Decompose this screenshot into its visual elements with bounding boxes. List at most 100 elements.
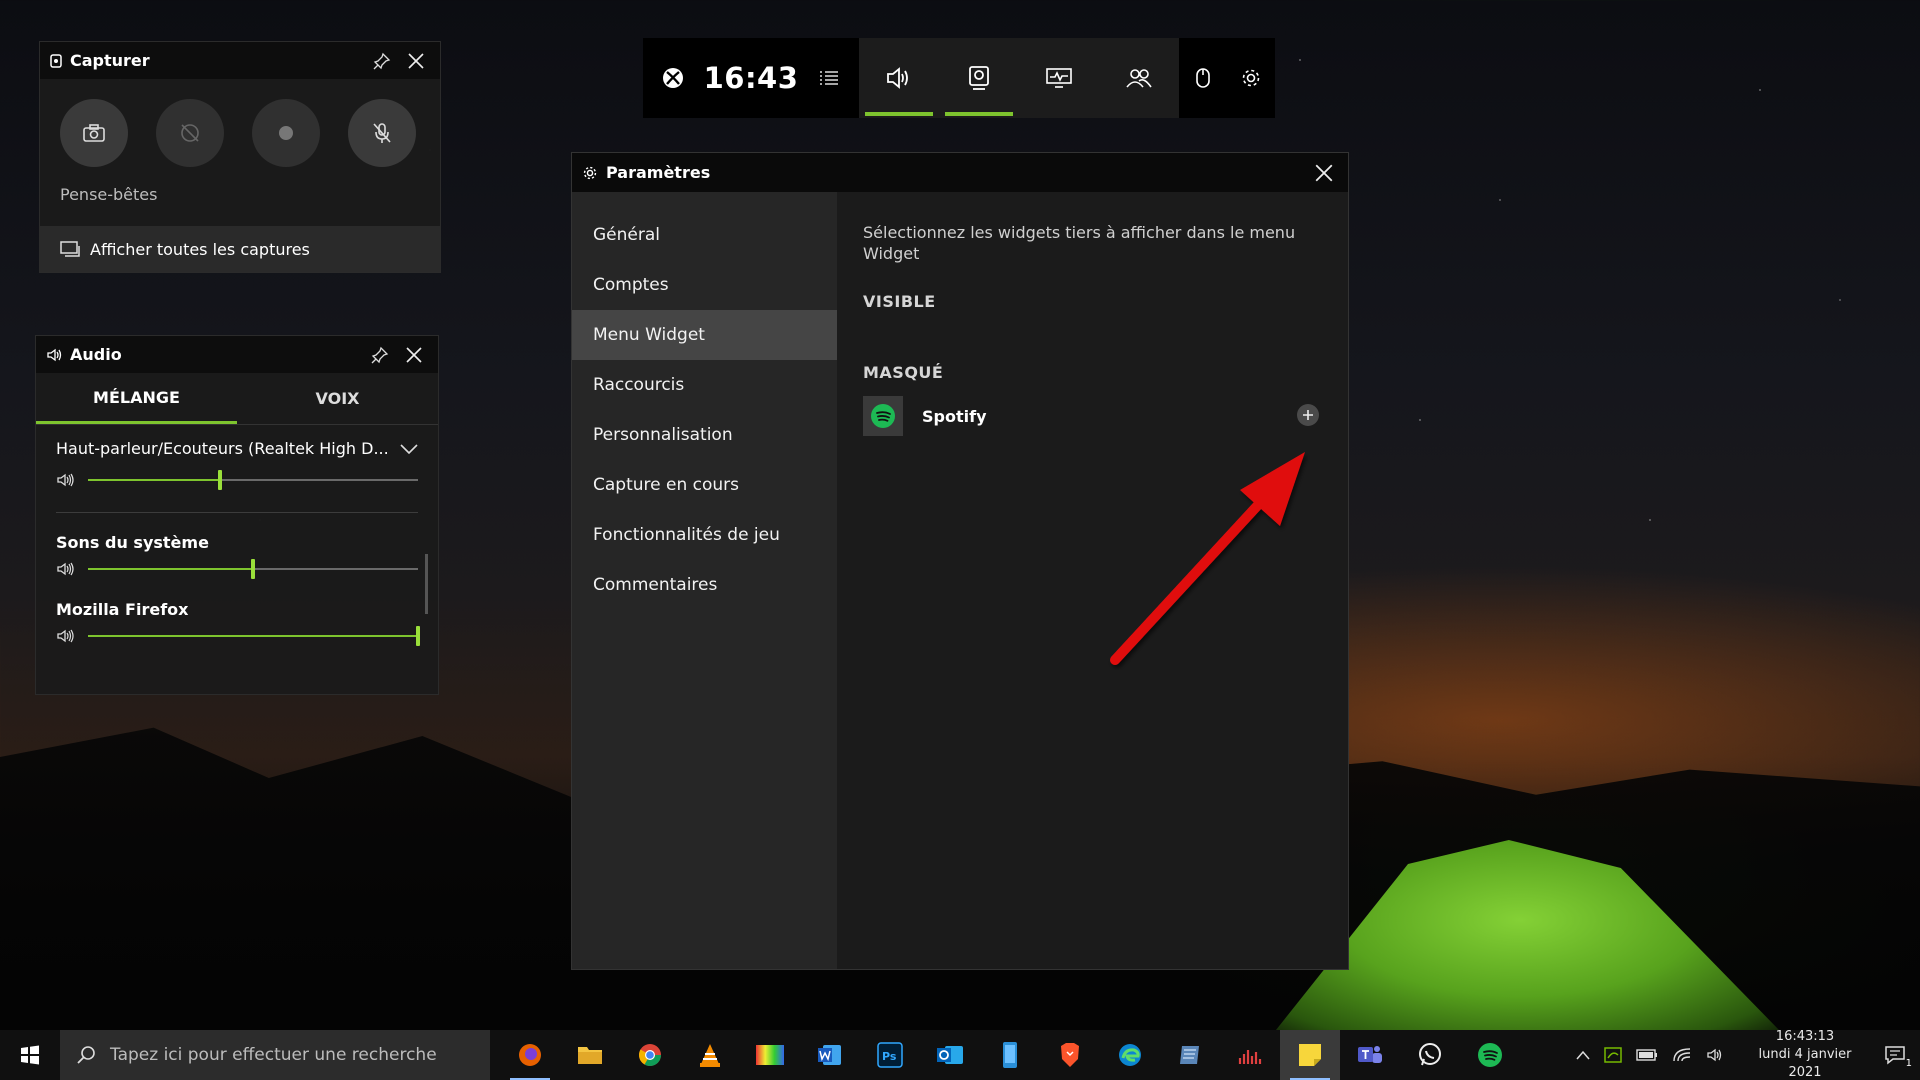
- visible-section-label: VISIBLE: [863, 292, 936, 311]
- svg-text:Ps: Ps: [882, 1050, 897, 1063]
- add-widget-button[interactable]: [1297, 404, 1319, 426]
- audio-widget: Audio MÉLANGE VOIX Haut-parleur/Ecouteur…: [36, 336, 438, 694]
- system-tray: 16:43:13 lundi 4 janvier 2021 1: [1576, 1028, 1920, 1080]
- settings-nav: Général Comptes Menu Widget Raccourcis P…: [572, 192, 837, 969]
- vlc-icon[interactable]: [680, 1030, 740, 1080]
- nav-general[interactable]: Général: [572, 210, 837, 260]
- spotify-icon: [863, 396, 903, 436]
- slider-thumb[interactable]: [416, 626, 420, 646]
- nav-widget-menu[interactable]: Menu Widget: [572, 310, 837, 360]
- nvidia-icon[interactable]: [1604, 1047, 1622, 1063]
- whatsapp-icon[interactable]: [1400, 1030, 1460, 1080]
- wifi-icon[interactable]: [1672, 1047, 1692, 1063]
- brave-icon[interactable]: [1040, 1030, 1100, 1080]
- clock-time: 16:43:13: [1775, 1029, 1835, 1044]
- speaker-icon: [46, 348, 62, 362]
- gear-icon[interactable]: [1227, 38, 1275, 118]
- volume-icon[interactable]: [56, 629, 76, 643]
- chrome-icon[interactable]: [620, 1030, 680, 1080]
- slider-thumb[interactable]: [218, 470, 222, 490]
- sticky-notes-icon[interactable]: [1280, 1030, 1340, 1080]
- search-placeholder: Tapez ici pour effectuer une recherche: [110, 1045, 437, 1065]
- game-bar-clock: 16:43: [703, 61, 799, 95]
- widget-name: Spotify: [922, 406, 987, 426]
- pin-icon[interactable]: [368, 47, 396, 75]
- show-all-captures-label: Afficher toutes les captures: [90, 239, 310, 259]
- device-volume-slider[interactable]: [88, 470, 418, 490]
- notification-count: 1: [1905, 1058, 1912, 1069]
- windows-start-icon[interactable]: [0, 1030, 60, 1080]
- photoshop-icon[interactable]: Ps: [860, 1030, 920, 1080]
- performance-icon[interactable]: [1019, 38, 1099, 118]
- screenshot-button[interactable]: [60, 99, 128, 167]
- search-icon: [76, 1045, 96, 1065]
- taskbar: Tapez ici pour effectuer une recherche P…: [0, 1028, 1920, 1080]
- firefox-volume-slider[interactable]: [88, 626, 420, 646]
- close-icon[interactable]: [402, 47, 430, 75]
- capture-header: Capturer: [40, 42, 440, 79]
- notification-icon[interactable]: 1: [1884, 1045, 1912, 1069]
- nav-feedback[interactable]: Commentaires: [572, 560, 837, 610]
- system-sounds-volume-slider[interactable]: [88, 559, 418, 579]
- xbox-social-icon[interactable]: [1099, 38, 1179, 118]
- widget-menu-description: Sélectionnez les widgets tiers à affiche…: [863, 223, 1296, 263]
- output-device-name: Haut-parleur/Ecouteurs (Realtek High D..…: [56, 439, 389, 458]
- capture-title: Capturer: [70, 51, 150, 70]
- close-icon[interactable]: [400, 341, 428, 369]
- capture-widget-icon[interactable]: [939, 38, 1019, 118]
- chevron-down-icon: [400, 443, 418, 454]
- output-device-select[interactable]: Haut-parleur/Ecouteurs (Realtek High D..…: [36, 425, 438, 458]
- capture-widget-icon: [50, 53, 62, 68]
- close-icon[interactable]: [1310, 159, 1338, 187]
- audio-widget-icon[interactable]: [859, 38, 939, 118]
- battery-icon[interactable]: [1636, 1049, 1658, 1061]
- nav-shortcuts[interactable]: Raccourcis: [572, 360, 837, 410]
- firefox-icon[interactable]: [500, 1030, 560, 1080]
- edge-icon[interactable]: [1100, 1030, 1160, 1080]
- settings-title: Paramètres: [606, 163, 711, 182]
- volume-icon[interactable]: [1706, 1048, 1726, 1062]
- audio-tool-icon[interactable]: [1220, 1030, 1280, 1080]
- clock-date: lundi 4 janvier 2021: [1758, 1047, 1852, 1080]
- slider-thumb[interactable]: [251, 559, 255, 579]
- tab-voice[interactable]: VOIX: [237, 373, 438, 424]
- mouse-icon[interactable]: [1179, 38, 1227, 118]
- gear-icon: [582, 165, 598, 181]
- spotify-icon[interactable]: [1460, 1030, 1520, 1080]
- file-explorer-icon[interactable]: [560, 1030, 620, 1080]
- settings-header: Paramètres: [572, 153, 1348, 192]
- notes-app-icon[interactable]: [1160, 1030, 1220, 1080]
- widget-menu-icon[interactable]: [799, 38, 859, 118]
- tab-mix[interactable]: MÉLANGE: [36, 373, 237, 424]
- show-all-captures-button[interactable]: Afficher toutes les captures: [40, 226, 440, 272]
- record-last-button[interactable]: [156, 99, 224, 167]
- nav-accounts[interactable]: Comptes: [572, 260, 837, 310]
- teams-icon[interactable]: [1340, 1030, 1400, 1080]
- taskbar-clock[interactable]: 16:43:13 lundi 4 janvier 2021: [1740, 1028, 1870, 1080]
- taskbar-apps: Ps: [500, 1030, 1520, 1080]
- gallery-icon: [60, 240, 80, 258]
- mic-toggle-button[interactable]: [348, 99, 416, 167]
- outlook-icon[interactable]: [920, 1030, 980, 1080]
- word-icon[interactable]: [800, 1030, 860, 1080]
- nav-capturing[interactable]: Capture en cours: [572, 460, 837, 510]
- color-app-icon[interactable]: [740, 1030, 800, 1080]
- scrollbar[interactable]: [425, 554, 428, 614]
- taskbar-search-box[interactable]: Tapez ici pour effectuer une recherche: [60, 1030, 490, 1080]
- pin-icon[interactable]: [366, 341, 394, 369]
- game-bar: 16:43: [643, 38, 1279, 118]
- firefox-label: Mozilla Firefox: [56, 600, 189, 619]
- hidden-section-label: MASQUÉ: [863, 363, 944, 382]
- audio-title: Audio: [70, 345, 122, 364]
- volume-icon[interactable]: [56, 562, 76, 576]
- record-button[interactable]: [252, 99, 320, 167]
- nav-personalization[interactable]: Personnalisation: [572, 410, 837, 460]
- annotation-arrow: [1110, 452, 1305, 665]
- volume-icon[interactable]: [56, 473, 76, 487]
- chevron-up-icon[interactable]: [1576, 1050, 1590, 1060]
- system-sounds-label: Sons du système: [56, 533, 209, 552]
- capture-widget: Capturer Pense-bêtes Afficher toutes les…: [40, 42, 440, 272]
- nav-gaming-features[interactable]: Fonctionnalités de jeu: [572, 510, 837, 560]
- xbox-logo-icon[interactable]: [643, 38, 703, 118]
- phone-app-icon[interactable]: [980, 1030, 1040, 1080]
